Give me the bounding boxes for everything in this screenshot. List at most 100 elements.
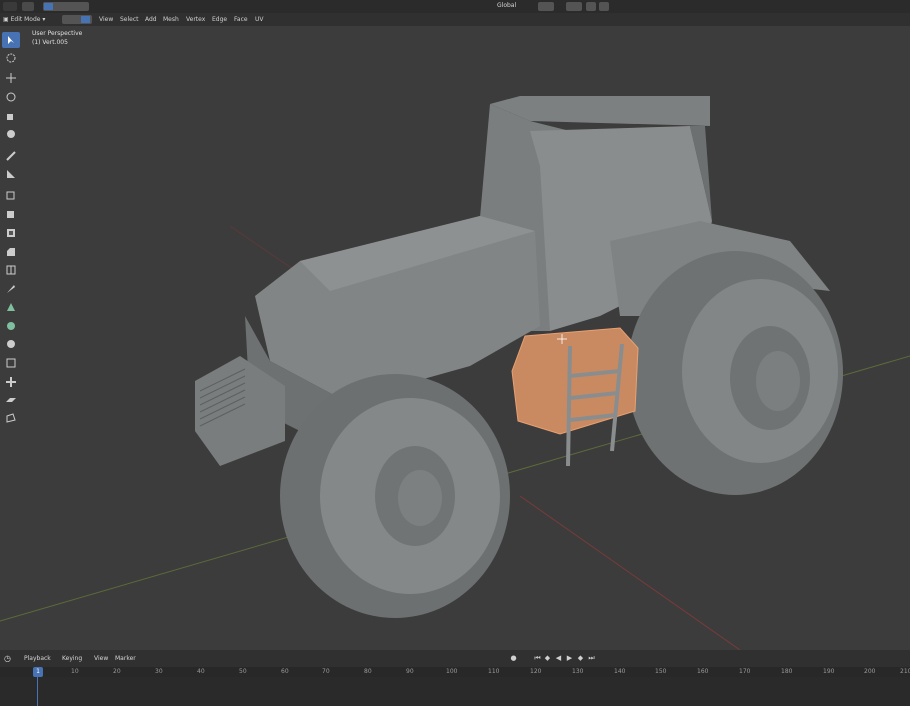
loop-cut-tool[interactable] xyxy=(2,262,20,278)
smooth-tool[interactable] xyxy=(2,336,20,352)
edge-slide-tool[interactable] xyxy=(2,355,20,371)
tick-label: 160 xyxy=(697,668,709,675)
transform-tool[interactable] xyxy=(2,126,20,142)
vertex-select-icon[interactable] xyxy=(81,16,90,23)
menu-mesh[interactable]: Mesh xyxy=(163,13,179,26)
bevel-tool[interactable] xyxy=(2,244,20,260)
rip-region-icon xyxy=(6,413,16,423)
tick-label: 80 xyxy=(364,668,372,675)
annotate-tool[interactable] xyxy=(2,148,20,164)
viewport-header: ▣ Edit Mode ▾ View Select Add Mesh Verte… xyxy=(0,13,910,26)
loop-cut-icon xyxy=(6,265,16,275)
menu-keying[interactable]: Keying xyxy=(62,650,82,667)
cursor-icon xyxy=(6,53,16,63)
annotate-icon xyxy=(6,151,16,161)
tick-label: 190 xyxy=(823,668,835,675)
timeline-track-area[interactable] xyxy=(0,677,910,706)
menu-add[interactable]: Add xyxy=(145,13,157,26)
vertex-select-icon[interactable] xyxy=(44,3,53,10)
menu-uv[interactable]: UV xyxy=(255,13,264,26)
smooth-icon xyxy=(7,340,15,348)
tick-label: 210 xyxy=(900,668,910,675)
poly-build-tool[interactable] xyxy=(2,299,20,315)
x-axis-line xyxy=(519,495,741,650)
play-icon[interactable]: ▶ xyxy=(565,654,574,663)
select-box-tool[interactable] xyxy=(2,32,20,48)
tick-label: 50 xyxy=(239,668,247,675)
shrink-fatten-icon xyxy=(6,377,16,387)
rotate-icon xyxy=(6,92,16,102)
edit-mode-icon: ▣ xyxy=(3,16,9,23)
add-cube-tool[interactable] xyxy=(2,187,20,203)
shrink-fatten-tool[interactable] xyxy=(2,374,20,390)
select-mode-buttons[interactable] xyxy=(62,15,92,24)
editor-type-button[interactable] xyxy=(3,2,17,11)
jump-start-icon[interactable]: ⏮ xyxy=(533,654,542,663)
mode-dropdown[interactable]: ▣ Edit Mode ▾ xyxy=(3,13,45,26)
menu-playback[interactable]: Playback xyxy=(24,650,51,667)
tick-label: 130 xyxy=(572,668,584,675)
edge-slide-icon xyxy=(6,358,16,368)
rotate-tool[interactable] xyxy=(2,89,20,105)
top-bar: Global xyxy=(0,0,910,13)
menu-view[interactable]: View xyxy=(94,650,108,667)
shear-icon xyxy=(6,398,16,402)
menu-vertex[interactable]: Vertex xyxy=(186,13,205,26)
tick-label: 200 xyxy=(864,668,876,675)
select-box-icon xyxy=(8,36,14,44)
tick-label: 150 xyxy=(655,668,667,675)
move-tool[interactable] xyxy=(2,70,20,86)
tick-label: 10 xyxy=(71,668,79,675)
tool-shelf xyxy=(0,30,22,428)
next-keyframe-icon[interactable]: ◆ xyxy=(576,654,585,663)
clock-icon[interactable]: ◷ xyxy=(4,650,11,667)
falloff-button[interactable] xyxy=(599,2,609,11)
tick-label: 40 xyxy=(197,668,205,675)
scale-icon xyxy=(7,114,13,120)
bevel-icon xyxy=(7,248,15,256)
scale-tool[interactable] xyxy=(2,108,20,124)
pivot-point-button[interactable] xyxy=(538,2,554,11)
current-frame-indicator[interactable]: 1 xyxy=(33,667,43,677)
transform-orientation-dropdown[interactable]: Global xyxy=(497,2,516,9)
viewport-scene[interactable] xyxy=(0,26,910,650)
record-button[interactable]: ● xyxy=(509,654,518,663)
jump-end-icon[interactable]: ⏭ xyxy=(587,654,596,663)
tractor-mesh[interactable] xyxy=(195,96,843,618)
prev-keyframe-icon[interactable]: ◆ xyxy=(543,654,552,663)
measure-tool[interactable] xyxy=(2,166,20,182)
play-reverse-icon[interactable]: ◀ xyxy=(554,654,563,663)
inset-tool[interactable] xyxy=(2,225,20,241)
shear-tool[interactable] xyxy=(2,392,20,408)
snap-button[interactable] xyxy=(566,2,582,11)
frame-ruler[interactable]: 10 20 30 40 50 60 70 80 90 100 110 120 1… xyxy=(0,667,910,677)
select-mode-buttons[interactable] xyxy=(43,2,89,11)
tick-label: 180 xyxy=(781,668,793,675)
spin-icon xyxy=(7,322,15,330)
transform-icon xyxy=(7,130,15,138)
poly-build-icon xyxy=(7,303,15,311)
extrude-tool[interactable] xyxy=(2,206,20,222)
menu-edge[interactable]: Edge xyxy=(212,13,227,26)
tick-label: 70 xyxy=(322,668,330,675)
perspective-label: User Perspective xyxy=(32,30,83,37)
menu-view[interactable]: View xyxy=(99,13,113,26)
proportional-edit-button[interactable] xyxy=(586,2,596,11)
timeline-editor[interactable]: ◷ Playback Keying View Marker ● ⏮ ◆ ◀ ▶ … xyxy=(0,650,910,706)
inset-icon xyxy=(7,229,15,237)
menu-select[interactable]: Select xyxy=(120,13,139,26)
rip-region-tool[interactable] xyxy=(2,410,20,426)
select-tool-button[interactable] xyxy=(22,2,34,11)
tick-label: 20 xyxy=(113,668,121,675)
spin-tool[interactable] xyxy=(2,318,20,334)
tick-label: 90 xyxy=(406,668,414,675)
tick-label: 60 xyxy=(281,668,289,675)
3d-viewport[interactable]: User Perspective (1) Vert.005 xyxy=(0,26,910,650)
tick-label: 140 xyxy=(614,668,626,675)
extrude-icon xyxy=(7,211,14,218)
object-info-label: (1) Vert.005 xyxy=(32,39,68,46)
knife-tool[interactable] xyxy=(2,281,20,297)
menu-face[interactable]: Face xyxy=(234,13,248,26)
cursor-tool[interactable] xyxy=(2,50,20,66)
menu-marker[interactable]: Marker xyxy=(115,650,136,667)
